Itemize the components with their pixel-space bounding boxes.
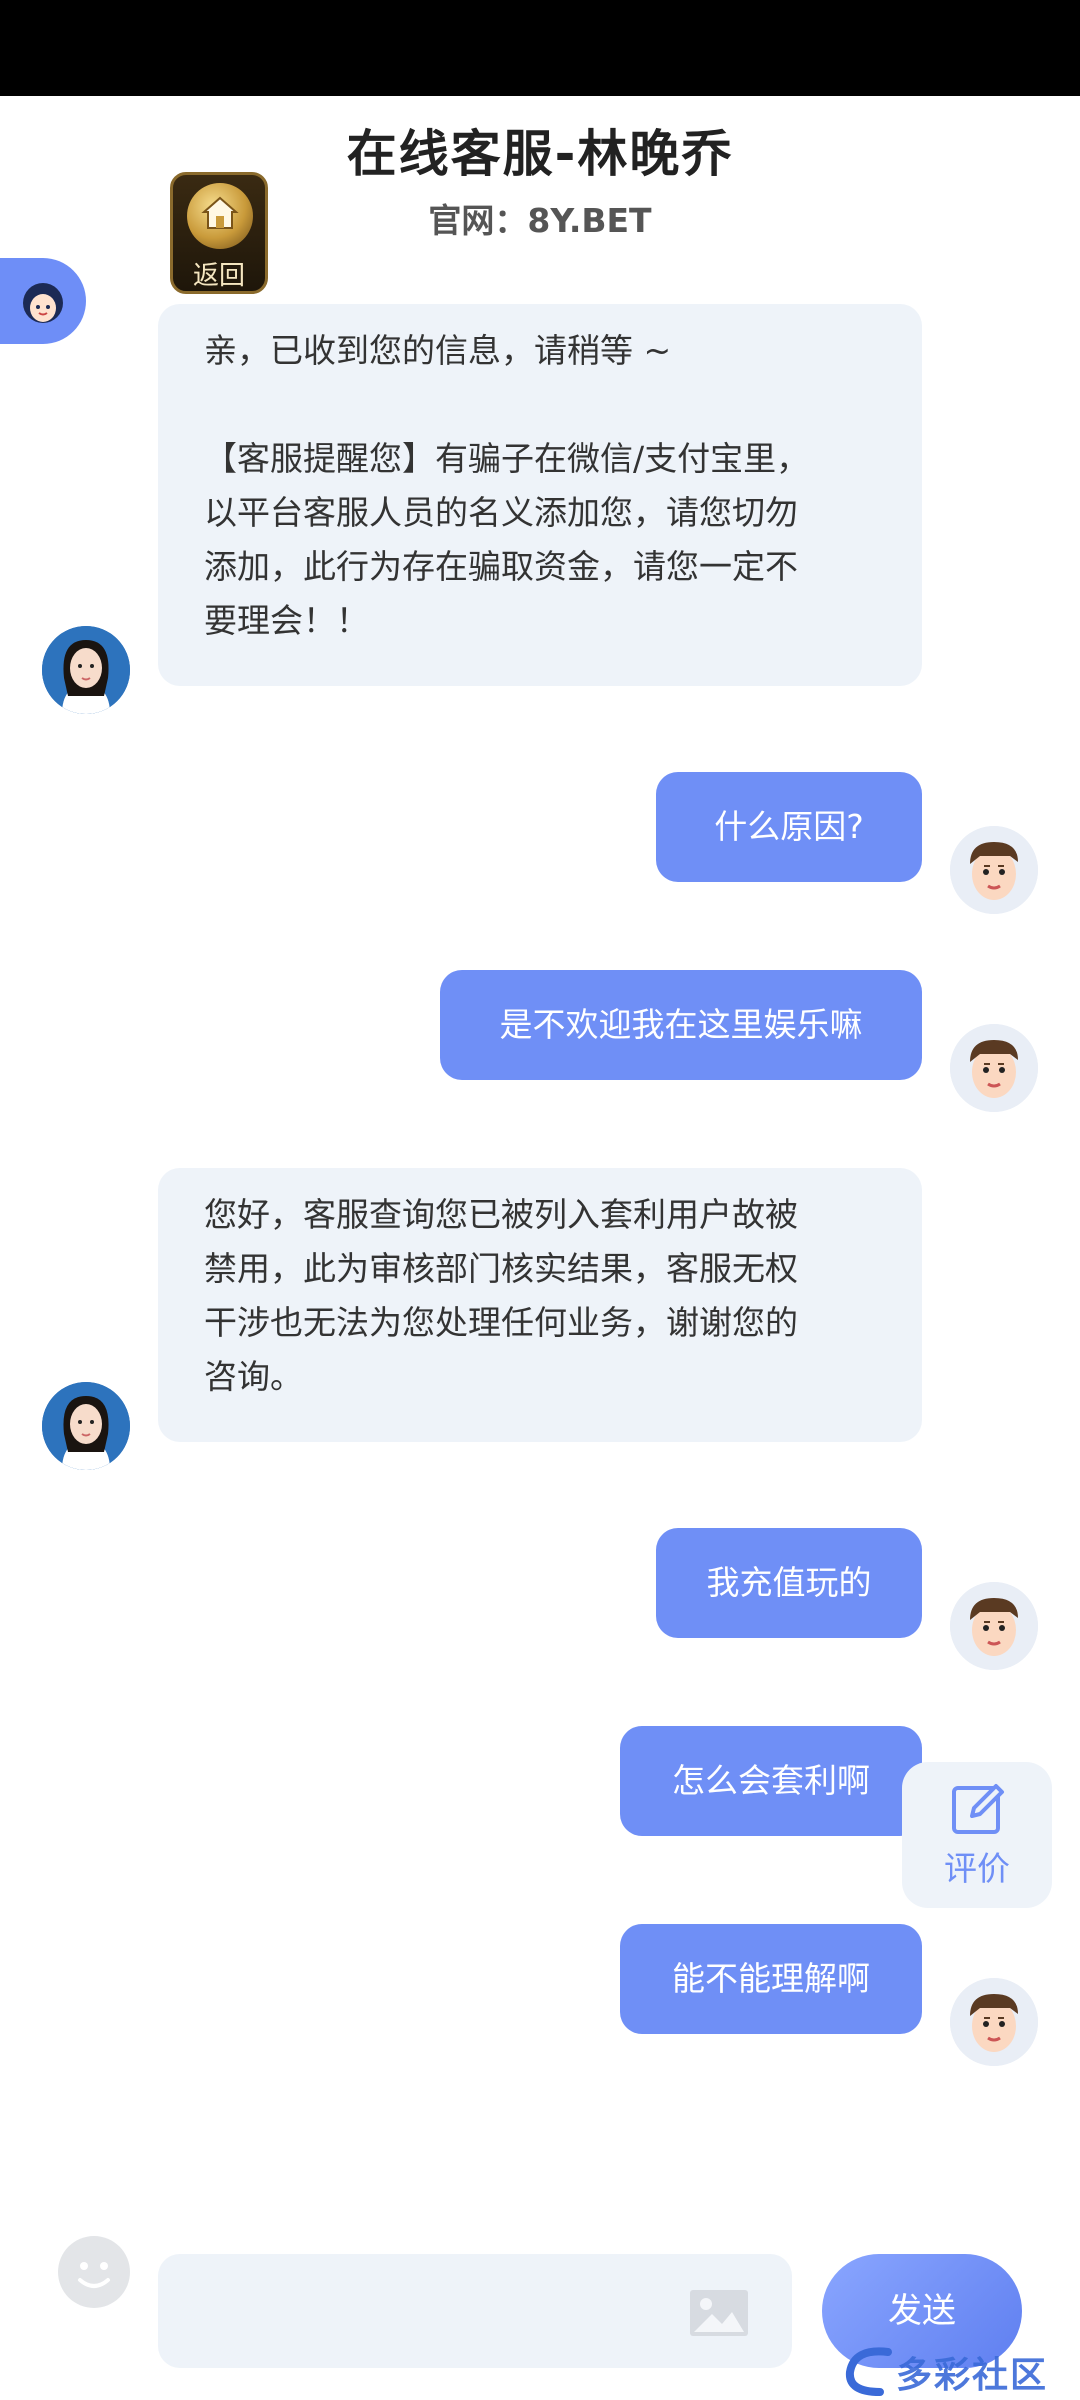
agent-message-bubble: 亲，已收到您的信息，请稍等 ~ 【客服提醒您】有骗子在微信/支付宝里， 以平台客… <box>158 304 922 686</box>
back-home-label: 返回 <box>192 261 245 291</box>
home-icon <box>187 183 253 249</box>
watermark-logo-icon <box>845 2347 892 2396</box>
smiley-icon <box>78 2262 110 2288</box>
user-message-bubble: 什么原因? <box>656 772 922 882</box>
user-avatar <box>950 826 1038 914</box>
rate-button[interactable]: 评价 <box>902 1762 1052 1908</box>
user-message-bubble: 我充值玩的 <box>656 1528 922 1638</box>
rate-label: 评价 <box>944 1849 1010 1888</box>
user-message-bubble: 是不欢迎我在这里娱乐嘛 <box>440 970 922 1080</box>
user-message-bubble: 怎么会套利啊 <box>620 1726 922 1836</box>
back-home-button[interactable]: 返回 <box>170 172 268 294</box>
user-message-bubble: 能不能理解啊 <box>620 1924 922 2034</box>
page-title: 在线客服-林晚乔 <box>346 125 734 183</box>
user-message-text: 我充值玩的 <box>706 1563 872 1602</box>
image-icon <box>690 2290 748 2336</box>
watermark-text: 多彩社区 <box>896 2355 1049 2396</box>
user-message-text: 怎么会套利啊 <box>672 1761 870 1800</box>
user-message-text: 是不欢迎我在这里娱乐嘛 <box>499 1005 863 1044</box>
agent-profile-tab[interactable] <box>0 258 86 344</box>
user-avatar <box>950 1024 1038 1112</box>
agent-message-text: 亲，已收到您的信息，请稍等 ~ 【客服提醒您】有骗子在微信/支付宝里， 以平台客… <box>204 331 810 640</box>
agent-message-text: 您好，客服查询您已被列入套利用户故被 禁用，此为审核部门核实结果，客服无权 干涉… <box>204 1195 798 1396</box>
status-bar <box>0 0 1080 96</box>
user-message-text: 能不能理解啊 <box>672 1959 870 1998</box>
agent-avatar <box>42 1382 130 1470</box>
image-upload-button[interactable] <box>690 2290 748 2336</box>
agent-message-bubble: 您好，客服查询您已被列入套利用户故被 禁用，此为审核部门核实结果，客服无权 干涉… <box>158 1168 922 1442</box>
edit-icon <box>952 1784 1004 1834</box>
user-avatar <box>950 1582 1038 1670</box>
chat-header: 在线客服-林晚乔 官网：8Y.BET <box>0 96 1080 256</box>
official-site-label: 官网：8Y.BET <box>428 201 652 240</box>
agent-avatar <box>42 626 130 714</box>
emoji-button[interactable] <box>58 2236 130 2308</box>
agent-headset-icon <box>23 283 63 323</box>
user-avatar <box>950 1978 1038 2066</box>
user-message-text: 什么原因? <box>714 807 864 846</box>
watermark: 多彩社区 <box>840 2342 1080 2400</box>
